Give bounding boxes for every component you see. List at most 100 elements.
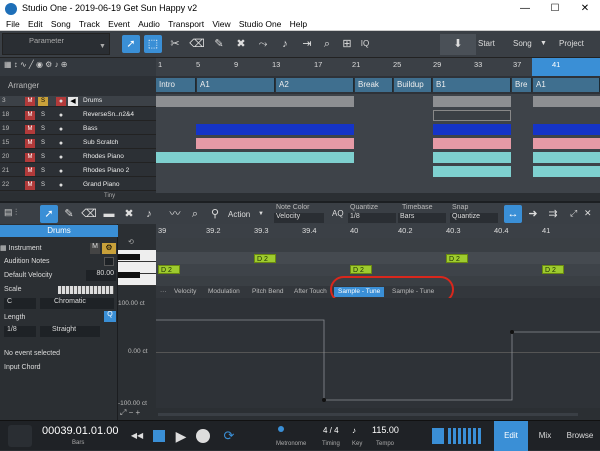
menu-transport[interactable]: Transport — [168, 18, 204, 30]
listen-tool-button[interactable]: ♪ — [140, 205, 158, 223]
mute-button[interactable]: M — [25, 97, 35, 106]
menu-edit[interactable]: Edit — [28, 18, 43, 30]
solo-button[interactable]: S — [38, 111, 48, 120]
position-display[interactable]: 00039.01.01.00 — [42, 425, 118, 437]
snap-toggle-button[interactable]: ↔ — [504, 205, 522, 223]
minimize-button[interactable]: — — [510, 0, 540, 18]
track-row[interactable]: 18 M S ● ReverseSn..n2&4 — [0, 110, 156, 121]
range-tool-button[interactable]: ⬚ — [144, 35, 162, 53]
tab-modulation[interactable]: Modulation — [204, 287, 244, 297]
piano-keyboard[interactable]: ⟲ — [118, 224, 156, 286]
menu-audio[interactable]: Audio — [138, 18, 160, 30]
menu-track[interactable]: Track — [79, 18, 100, 30]
menu-studio-one[interactable]: Studio One — [239, 18, 282, 30]
note-event[interactable]: D 2 — [542, 265, 564, 274]
scale-type-select[interactable]: Chromatic — [40, 298, 114, 309]
arrow-tool-button[interactable]: ➚ — [122, 35, 140, 53]
length-mode-select[interactable]: Straight — [40, 326, 100, 337]
split-tool-button[interactable]: ✂ — [166, 35, 184, 53]
scale-keys[interactable] — [58, 286, 114, 294]
menu-file[interactable]: File — [6, 18, 20, 30]
tempo-display[interactable]: 115.00 — [372, 425, 399, 435]
black-key[interactable] — [118, 254, 140, 260]
audition-checkbox[interactable] — [104, 257, 114, 266]
pencil-tool-button[interactable]: ✎ — [60, 205, 78, 223]
rhodes-clip[interactable] — [156, 152, 354, 163]
maximize-button[interactable]: ☐ — [540, 0, 570, 18]
timebase-select[interactable]: Bars — [398, 213, 446, 223]
track-selector[interactable]: Drums — [0, 225, 118, 237]
zoom-tool-button[interactable]: ⌕ — [186, 205, 204, 223]
rhodes-clip[interactable] — [533, 152, 600, 163]
bass-clip[interactable] — [196, 124, 354, 135]
iq-button[interactable]: IQ — [356, 35, 374, 53]
bass-clip[interactable] — [533, 124, 600, 135]
eraser-tool-button[interactable]: ⌫ — [188, 35, 206, 53]
close-button[interactable]: ✕ — [570, 0, 600, 18]
section-b1[interactable]: B1 — [433, 78, 511, 92]
record-icon[interactable]: ● — [56, 139, 66, 148]
default-velocity-input[interactable]: 80.00 — [86, 270, 116, 281]
arrange-view[interactable] — [156, 94, 600, 193]
sub-scratch-clip[interactable] — [433, 138, 511, 149]
record-icon[interactable]: ● — [56, 167, 66, 176]
mute-tool-button[interactable]: ✖ — [120, 205, 138, 223]
menu-song[interactable]: Song — [51, 18, 71, 30]
note-event[interactable]: D 2 — [350, 265, 372, 274]
snap-toggle-button[interactable]: ⊞ — [338, 35, 356, 53]
rhodes-2-clip[interactable] — [533, 166, 600, 177]
mix-button[interactable]: Mix — [530, 421, 560, 451]
parameter-panel[interactable]: Parameter ▼ — [2, 33, 110, 55]
loop-icon[interactable]: ⟲ — [128, 238, 134, 246]
record-button[interactable] — [196, 429, 210, 443]
scroll-icon[interactable]: ⇉ — [544, 205, 562, 223]
menu-event[interactable]: Event — [108, 18, 130, 30]
record-icon[interactable]: ● — [56, 181, 66, 190]
bend-tool-button[interactable]: ⤳ — [254, 35, 272, 53]
zoom-controls-icon[interactable]: ⤢ − + — [120, 408, 140, 418]
menu-help[interactable]: Help — [290, 18, 307, 30]
close-icon[interactable]: ✕ — [584, 208, 592, 219]
key-icon[interactable]: ♪ — [352, 426, 356, 435]
mute-button[interactable]: M — [25, 111, 35, 120]
record-icon[interactable]: ● — [56, 111, 66, 120]
drums-clip[interactable] — [433, 96, 511, 107]
section-break-2[interactable]: Bre — [512, 78, 532, 92]
rhodes-2-clip[interactable] — [433, 166, 511, 177]
section-a1[interactable]: A1 — [197, 78, 275, 92]
menu-view[interactable]: View — [212, 18, 230, 30]
section-a2[interactable]: A2 — [276, 78, 354, 92]
record-icon[interactable]: ● — [56, 125, 66, 134]
loop-range[interactable]: 41 — [532, 58, 600, 76]
paint-tool-button[interactable]: ▬ — [100, 205, 118, 223]
project-button[interactable]: Project — [559, 39, 584, 48]
track-row[interactable]: 21 M S ● Rhodes Piano 2 — [0, 166, 156, 177]
record-icon[interactable]: ● — [56, 153, 66, 162]
arrow-tool-button[interactable]: ➚ — [40, 205, 58, 223]
zoom-tool-button[interactable]: ⌕ — [318, 35, 336, 53]
track-row[interactable]: 20 M S ● Rhodes Piano — [0, 152, 156, 163]
note-event[interactable]: D 2 — [446, 254, 468, 263]
section-break[interactable]: Break — [355, 78, 393, 92]
track-row[interactable]: 3 M S ● ◀ Drums — [0, 96, 156, 107]
listen-tool-button[interactable]: ♪ — [276, 35, 294, 53]
zoom-size-label[interactable]: Tiny — [104, 193, 115, 199]
download-icon[interactable]: ⬇ — [440, 34, 476, 55]
bass-clip[interactable] — [433, 124, 511, 135]
sprayer-icon[interactable]: ⚲ — [206, 205, 224, 223]
track-row[interactable]: 19 M S ● Bass — [0, 124, 156, 135]
reverse-clip[interactable] — [433, 110, 511, 121]
mute-button[interactable]: M — [25, 181, 35, 190]
monitor-icon[interactable]: ◀ — [68, 97, 78, 106]
editor-view-icons[interactable]: ▤ ⫶ — [4, 207, 17, 218]
mute-button[interactable]: M — [25, 167, 35, 176]
tab-dots[interactable]: ··· — [156, 287, 171, 297]
start-button[interactable]: Start — [478, 39, 495, 48]
mute-button[interactable]: M — [25, 125, 35, 134]
follow-icon[interactable]: ➜ — [524, 205, 542, 223]
ripple-edit-button[interactable]: ⇥ — [298, 35, 316, 53]
horizontal-scrollbar[interactable] — [158, 413, 578, 416]
black-key[interactable] — [118, 272, 140, 278]
instrument-edit-icon[interactable]: ⚙ — [102, 243, 116, 254]
transport-menu[interactable] — [8, 425, 32, 447]
